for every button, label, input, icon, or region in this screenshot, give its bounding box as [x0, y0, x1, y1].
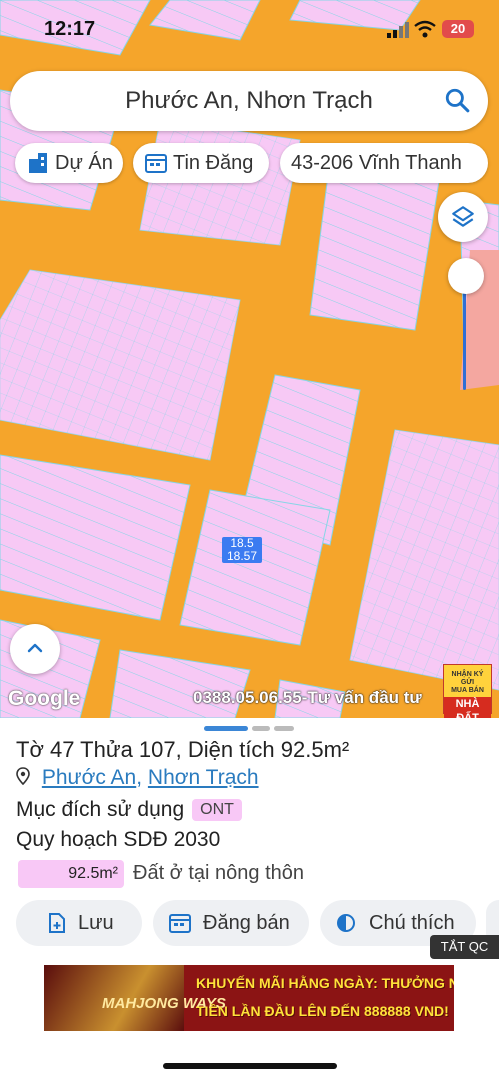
chip-label: Tin Đăng: [173, 152, 254, 174]
status-bar: 12:17 20: [0, 0, 499, 58]
parcel-title: Tờ 47 Thửa 107, Diện tích 92.5m²: [16, 737, 350, 762]
sheet-handle-dot[interactable]: [252, 726, 270, 731]
area-swatch: 92.5m²: [18, 860, 124, 888]
google-logo: Google: [8, 687, 81, 710]
chevron-up-icon: [27, 643, 43, 653]
save-button[interactable]: Lưu: [16, 900, 142, 946]
plot-label-line2: 18.57: [226, 549, 258, 563]
advert-badge[interactable]: NHẬN KÝ GỬI MUA BÁN NHÀ ĐẤT: [443, 664, 492, 718]
search-query: Phước An, Nhơn Trạch: [125, 87, 373, 114]
add-file-icon: [49, 913, 65, 933]
layers-icon: [452, 206, 474, 227]
ad-banner[interactable]: MAHJONG WAYS KHUYẾN MÃI HẰNG NGÀY: THƯỞN…: [44, 965, 454, 1031]
calendar-icon: [145, 154, 167, 173]
plan-label: Quy hoạch SDĐ 2030: [16, 828, 221, 851]
contrast-icon: [337, 914, 355, 932]
badge-line3: NHÀ ĐẤT: [444, 697, 491, 718]
location-pin-icon: [16, 767, 30, 786]
close-ad-button[interactable]: TẮT QC: [430, 935, 499, 959]
chip-tin-dang[interactable]: Tin Đăng: [133, 143, 269, 183]
search-bar[interactable]: Phước An, Nhơn Trạch: [10, 71, 488, 131]
battery-indicator: 20: [442, 20, 474, 38]
chip-du-an[interactable]: Dự Án: [15, 143, 123, 183]
badge-line2: MUA BÁN: [451, 687, 484, 694]
ad-line1: KHUYẾN MÃI HẰNG NGÀY: THƯỞNG NẠP: [196, 975, 454, 991]
sheet-handle-dot[interactable]: [274, 726, 294, 731]
badge-line1: NHẬN KÝ GỬI: [451, 671, 484, 686]
plot-label[interactable]: 18.5 18.57: [222, 537, 262, 563]
calendar-icon: [169, 914, 191, 933]
building-icon: [29, 153, 47, 173]
signal-icon: [387, 22, 409, 38]
chip-vinh-thanh[interactable]: 43-206 Vĩnh Thanh: [280, 143, 488, 183]
area-description: Đất ở tại nông thôn: [133, 862, 305, 884]
purpose-code-badge: ONT: [192, 799, 242, 821]
expand-up-button[interactable]: [10, 624, 60, 674]
parcel-location: Phước An, Nhơn Trạch: [16, 766, 259, 790]
location-separator: ,: [136, 766, 148, 789]
location-ward-link[interactable]: Phước An: [42, 766, 136, 789]
ad-line2: TIỀN LẦN ĐẦU LÊN ĐẾN 888888 VND!: [196, 1003, 449, 1019]
chip-label: 43-206 Vĩnh Thanh: [291, 152, 462, 174]
area-value: 92.5m²: [68, 865, 118, 882]
map-watermark: 0388.05.06.55-Tư vấn đầu tư: [193, 688, 422, 707]
chip-label: Dự Án: [55, 152, 113, 174]
sheet-handle-active[interactable]: [204, 726, 248, 731]
status-time: 12:17: [44, 18, 96, 40]
post-sale-button[interactable]: Đăng bán: [153, 900, 309, 946]
post-sale-label: Đăng bán: [203, 912, 290, 934]
legend-label: Chú thích: [369, 912, 455, 934]
wifi-icon: [414, 20, 436, 38]
location-district-link[interactable]: Nhơn Trạch: [148, 766, 259, 789]
purpose-row: Mục đích sử dụng ONT: [16, 798, 242, 822]
layers-button[interactable]: [438, 192, 488, 242]
home-indicator[interactable]: [163, 1063, 337, 1069]
save-label: Lưu: [78, 912, 114, 934]
search-icon[interactable]: [444, 87, 470, 113]
slider-thumb[interactable]: [448, 258, 484, 294]
purpose-label: Mục đích sử dụng: [16, 798, 185, 821]
